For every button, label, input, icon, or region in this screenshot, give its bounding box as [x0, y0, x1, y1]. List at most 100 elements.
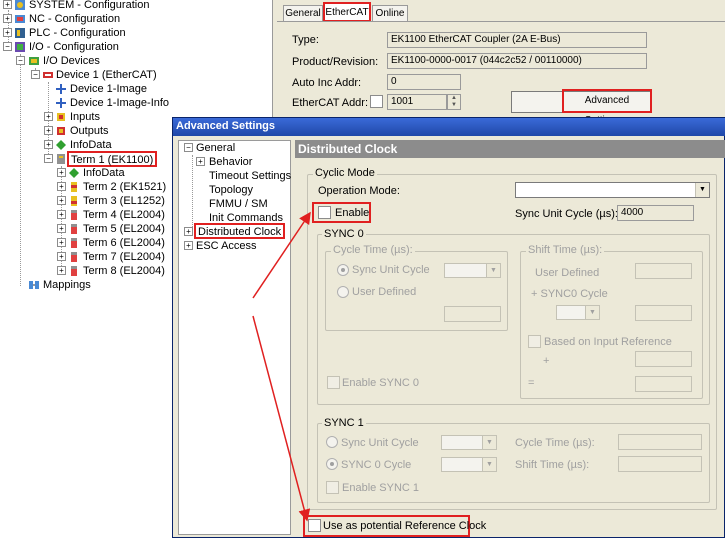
- expand-icon[interactable]: +: [184, 241, 193, 250]
- terminal-icon: [71, 224, 77, 234]
- nav-item-general[interactable]: General: [196, 141, 235, 155]
- sync0-sync-unit-radio[interactable]: [337, 264, 349, 276]
- expand-icon[interactable]: +: [57, 238, 66, 247]
- tree-item-system[interactable]: SYSTEM - Configuration: [29, 0, 149, 12]
- nav-item-esc-access[interactable]: ESC Access: [196, 239, 257, 253]
- tree-item-device1[interactable]: Device 1 (EtherCAT): [56, 68, 157, 82]
- nav-item-distributed-clock[interactable]: Distributed Clock: [194, 223, 286, 239]
- nav-item-behavior[interactable]: Behavior: [209, 155, 252, 169]
- collapse-icon[interactable]: −: [184, 143, 193, 152]
- ecaddr-input[interactable]: 1001: [387, 94, 447, 110]
- expand-icon[interactable]: +: [3, 0, 12, 9]
- tree-item-nc[interactable]: NC - Configuration: [29, 12, 120, 26]
- based-on-input-checkbox[interactable]: [528, 335, 541, 348]
- expand-icon[interactable]: +: [57, 210, 66, 219]
- tree-item-io[interactable]: I/O - Configuration: [29, 40, 119, 54]
- sync0-user-defined-radio[interactable]: [337, 286, 349, 298]
- plus-sync0-input[interactable]: [635, 305, 692, 321]
- expand-icon[interactable]: +: [3, 28, 12, 37]
- tree-item-term8[interactable]: Term 8 (EL2004): [83, 264, 165, 278]
- nav-item-topology[interactable]: Topology: [209, 183, 253, 197]
- tab-ethercat[interactable]: EtherCAT: [323, 2, 371, 22]
- expand-icon[interactable]: +: [196, 157, 205, 166]
- collapse-icon[interactable]: −: [31, 70, 40, 79]
- expand-icon[interactable]: +: [57, 266, 66, 275]
- tab-general[interactable]: General: [283, 5, 323, 21]
- plus-sync0-select[interactable]: ▼: [556, 305, 600, 320]
- sync1-sync-unit-radio[interactable]: [326, 436, 338, 448]
- enable-checkbox[interactable]: [318, 206, 331, 219]
- tree-item-term5[interactable]: Term 5 (EL2004): [83, 222, 165, 236]
- collapse-icon[interactable]: −: [44, 154, 53, 163]
- expand-icon[interactable]: +: [57, 196, 66, 205]
- tab-online[interactable]: Online: [372, 5, 408, 21]
- sync0-title: SYNC 0: [322, 228, 366, 240]
- operation-mode-select[interactable]: ▼: [515, 182, 710, 198]
- tree-item-outputs[interactable]: Outputs: [70, 124, 109, 138]
- terminal-icon: [71, 196, 77, 206]
- expand-icon[interactable]: +: [57, 252, 66, 261]
- sync1-cycle-time-label: Cycle Time (µs):: [515, 437, 595, 449]
- enable-sync0-checkbox[interactable]: [327, 376, 340, 389]
- shift-user-defined-input[interactable]: [635, 263, 692, 279]
- tree-item-infodata[interactable]: InfoData: [70, 138, 112, 152]
- ecaddr-checkbox[interactable]: [370, 95, 383, 108]
- nav-item-timeout[interactable]: Timeout Settings: [209, 169, 291, 183]
- tree-item-term6[interactable]: Term 6 (EL2004): [83, 236, 165, 250]
- expand-icon[interactable]: +: [44, 140, 53, 149]
- expand-icon[interactable]: +: [57, 182, 66, 191]
- tree-item-term2[interactable]: Term 2 (EK1521): [83, 180, 166, 194]
- tree-item-term7[interactable]: Term 7 (EL2004): [83, 250, 165, 264]
- sync0-sync-unit-select[interactable]: ▼: [444, 263, 501, 278]
- plus-sync0-label: + SYNC0 Cycle: [531, 288, 608, 300]
- expand-icon[interactable]: +: [44, 126, 53, 135]
- image-icon: [56, 84, 66, 94]
- expand-icon[interactable]: +: [44, 112, 53, 121]
- tree-item-plc[interactable]: PLC - Configuration: [29, 26, 126, 40]
- tree-item-device1-image[interactable]: Device 1-Image: [70, 82, 147, 96]
- image-info-icon: [56, 98, 66, 108]
- ref-clock-checkbox[interactable]: [308, 519, 321, 532]
- collapse-icon[interactable]: −: [16, 56, 25, 65]
- coupler-icon: [57, 154, 65, 164]
- tree-item-io-devices[interactable]: I/O Devices: [43, 54, 100, 68]
- sync1-shift-time-input[interactable]: [618, 456, 702, 472]
- chevron-down-icon: ▼: [486, 264, 500, 277]
- dialog-title: Advanced Settings: [176, 120, 276, 132]
- inputs-icon: [57, 113, 65, 121]
- io-devices-icon: [29, 57, 39, 65]
- expand-icon[interactable]: +: [3, 14, 12, 23]
- sync1-sync0-radio[interactable]: [326, 458, 338, 470]
- nc-config-icon: [15, 15, 25, 23]
- sync0-cycle-title: Cycle Time (µs):: [331, 244, 415, 256]
- expand-icon[interactable]: +: [57, 168, 66, 177]
- sync-unit-cycle-value: 4000: [617, 205, 694, 221]
- autoinc-value: 0: [387, 74, 461, 90]
- tree-item-term1-infodata[interactable]: InfoData: [83, 166, 125, 180]
- tree-item-inputs[interactable]: Inputs: [70, 110, 100, 124]
- based-on-input-value[interactable]: [635, 351, 692, 367]
- tree-item-term1[interactable]: Term 1 (EK1100): [67, 151, 158, 167]
- expand-icon[interactable]: +: [184, 227, 193, 236]
- tree-item-term3[interactable]: Term 3 (EL1252): [83, 194, 165, 208]
- enable-sync1-checkbox[interactable]: [326, 481, 339, 494]
- sync1-title: SYNC 1: [322, 417, 366, 429]
- enable-sync0-label: Enable SYNC 0: [342, 377, 420, 389]
- sync1-sync-unit-select[interactable]: ▼: [441, 435, 497, 450]
- plc-config-icon: [15, 28, 25, 38]
- tree-item-mappings[interactable]: Mappings: [43, 278, 91, 292]
- ethercat-device-icon: [43, 72, 53, 78]
- collapse-icon[interactable]: −: [3, 42, 12, 51]
- ecaddr-spinner[interactable]: ▲ ▼: [447, 94, 461, 110]
- sync0-user-defined-input[interactable]: [444, 306, 501, 322]
- sync1-cycle-time-input[interactable]: [618, 434, 702, 450]
- cyclic-mode-title: Cyclic Mode: [313, 167, 377, 179]
- panel-title: Distributed Clock: [298, 142, 398, 156]
- tree-item-device1-image-info[interactable]: Device 1-Image-Info: [70, 96, 169, 110]
- tree-item-term4[interactable]: Term 4 (EL2004): [83, 208, 165, 222]
- expand-icon[interactable]: +: [57, 224, 66, 233]
- terminal-icon: [71, 182, 77, 192]
- outputs-icon: [57, 127, 65, 135]
- nav-item-fmmu[interactable]: FMMU / SM: [209, 197, 268, 211]
- sync1-sync0-select[interactable]: ▼: [441, 457, 497, 472]
